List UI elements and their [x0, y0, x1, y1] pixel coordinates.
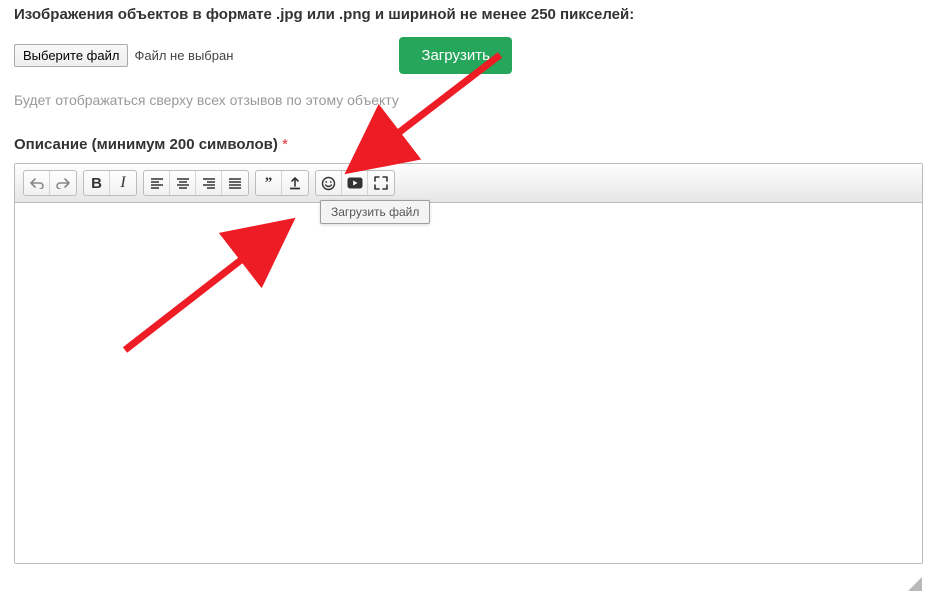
undo-icon [30, 177, 44, 189]
images-heading: Изображения объектов в формате .jpg или … [14, 6, 923, 23]
undo-button[interactable] [24, 171, 50, 195]
required-asterisk: * [282, 136, 288, 153]
align-justify-button[interactable] [222, 171, 248, 195]
upload-tooltip: Загрузить файл [320, 200, 430, 224]
fullscreen-button[interactable] [368, 171, 394, 195]
description-label: Описание (минимум 200 символов) * [14, 136, 923, 153]
italic-icon: I [120, 174, 125, 192]
bold-icon: B [91, 175, 102, 192]
redo-icon [56, 177, 70, 189]
toolbar-group-format: B I [83, 170, 137, 196]
choose-file-button[interactable]: Выберите файл [14, 44, 128, 67]
toolbar-group-history [23, 170, 77, 196]
toolbar-group-media [315, 170, 395, 196]
youtube-icon [347, 177, 363, 189]
youtube-button[interactable] [342, 171, 368, 195]
quote-icon: ” [265, 175, 273, 192]
toolbar-group-align [143, 170, 249, 196]
align-center-icon [176, 177, 190, 189]
emoji-icon [321, 176, 336, 191]
upload-file-button[interactable] [282, 171, 308, 195]
no-file-label: Файл не выбран [134, 48, 233, 63]
resize-handle[interactable] [908, 577, 922, 591]
upload-row: Выберите файл Файл не выбран Загрузить [14, 37, 923, 74]
align-center-button[interactable] [170, 171, 196, 195]
quote-button[interactable]: ” [256, 171, 282, 195]
upload-submit-button[interactable]: Загрузить [399, 37, 512, 74]
toolbar-group-insert: ” [255, 170, 309, 196]
align-right-button[interactable] [196, 171, 222, 195]
editor-toolbar: B I [15, 164, 922, 203]
redo-button[interactable] [50, 171, 76, 195]
fullscreen-icon [374, 176, 388, 190]
upload-icon [288, 176, 302, 190]
italic-button[interactable]: I [110, 171, 136, 195]
editor-content-area[interactable] [15, 203, 922, 563]
rich-text-editor: B I [14, 163, 923, 564]
align-left-icon [150, 177, 164, 189]
upload-hint: Будет отображаться сверху всех отзывов п… [14, 92, 923, 108]
emoji-button[interactable] [316, 171, 342, 195]
align-left-button[interactable] [144, 171, 170, 195]
bold-button[interactable]: B [84, 171, 110, 195]
align-right-icon [202, 177, 216, 189]
align-justify-icon [228, 177, 242, 189]
description-label-text: Описание (минимум 200 символов) [14, 136, 278, 153]
